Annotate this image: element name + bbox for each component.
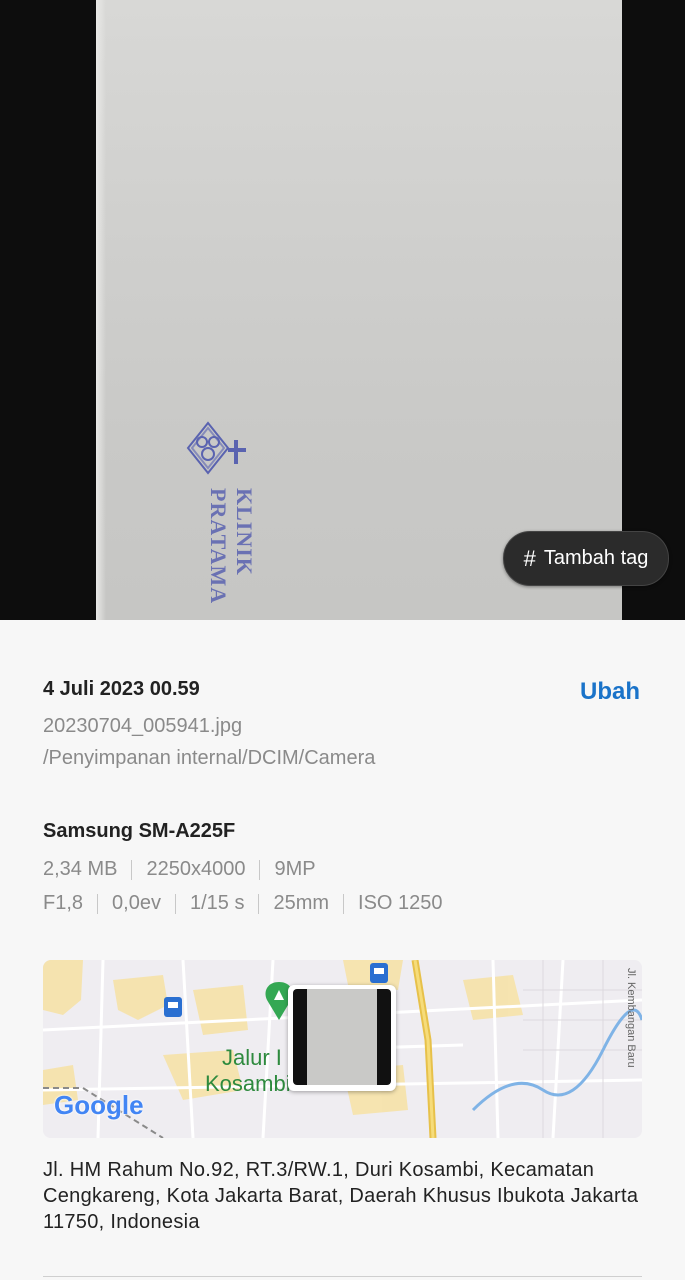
hashtag-icon: # [523,545,536,571]
divider [258,893,260,914]
file-name: 20230704_005941.jpg [43,715,243,737]
bottom-divider [43,1276,642,1277]
paper-document [96,0,622,620]
file-info-row: 2,34 MB 2250x4000 9MP [43,858,316,881]
photo-thumbnail-marker[interactable] [288,985,396,1091]
edit-button[interactable]: Ubah [580,678,640,706]
shutter-speed: 1/15 s [189,892,245,914]
divider [174,893,176,914]
file-path: /Penyimpanan internal/DCIM/Camera [43,747,376,769]
camera-info-row: F1,8 0,0ev 1/15 s 25mm ISO 1250 [43,892,443,915]
device-name: Samsung SM-A225F [43,820,236,842]
aperture: F1,8 [43,892,84,914]
divider [343,893,345,914]
divider [97,893,99,914]
focal-length: 25mm [273,892,330,914]
stamp-text: KLINIK PRATAMA [206,488,257,605]
thumbnail-image [293,989,391,1085]
megapixels: 9MP [274,858,316,880]
photo-date: 4 Juli 2023 00.59 [43,678,200,700]
iso: ISO 1250 [358,892,443,914]
google-logo: Google [54,1090,144,1120]
map-road-label: Jl. Kembangan Baru [625,968,637,1068]
divider [131,859,133,880]
add-tag-label: Tambah tag [543,547,649,569]
add-tag-button[interactable]: # Tambah tag [503,531,669,586]
photo-viewer[interactable]: KLINIK PRATAMA # Tambah tag [0,0,685,620]
location-address: Jl. HM Rahum No.92, RT.3/RW.1, Duri Kosa… [43,1159,639,1233]
file-size: 2,34 MB [43,858,118,880]
divider [259,859,261,880]
resolution: 2250x4000 [146,858,246,880]
exposure: 0,0ev [112,892,161,914]
thumbnail-paper [307,989,377,1085]
